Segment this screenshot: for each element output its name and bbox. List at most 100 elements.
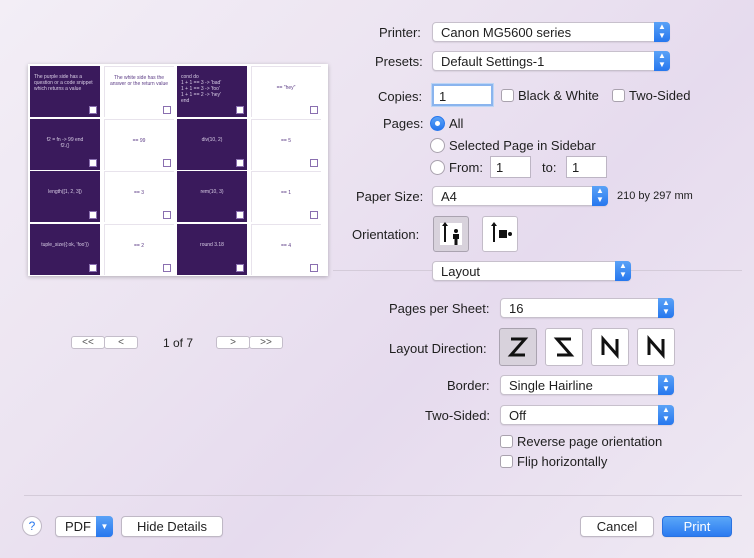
first-page-button[interactable]: << [71, 336, 105, 349]
card-marker-icon [309, 158, 318, 167]
layout-direction-label: Layout Direction: [389, 341, 487, 356]
previous-page-button[interactable]: < [104, 336, 138, 349]
pages-from-label: From: [449, 160, 483, 175]
layout-n-button[interactable] [637, 328, 675, 366]
reverse-orientation-checkbox[interactable] [500, 435, 513, 448]
border-label: Border: [447, 378, 490, 393]
layout-reverse-z-button[interactable] [545, 328, 583, 366]
preview-card-text: == "hey" [276, 85, 296, 91]
presets-label: Presets: [375, 54, 423, 69]
copies-input[interactable]: 1 [432, 84, 493, 106]
layout-reverse-z-icon [553, 337, 575, 357]
section-select[interactable]: Layout ▲ ▼ [432, 261, 631, 281]
preview-card: f2 = fn -> 99 end f2.() [30, 118, 100, 170]
card-marker-icon [309, 263, 318, 272]
preview-card-text: div(10, 2) [201, 136, 223, 143]
pages-label: Pages: [383, 116, 424, 131]
card-marker-icon [162, 263, 171, 272]
paper-size-select[interactable]: A4 ▲ ▼ [432, 186, 608, 206]
landscape-icon [491, 222, 512, 242]
card-marker-icon [162, 211, 171, 219]
pages-to-label: to: [542, 160, 557, 175]
copies-label: Copies: [378, 89, 423, 104]
printer-label: Printer: [379, 25, 421, 40]
print-preview-sheet: The purple side has a question or a code… [28, 64, 328, 276]
chevron-up-down-icon: ▲ ▼ [654, 22, 670, 42]
chevron-up-down-icon: ▲ ▼ [654, 51, 670, 71]
pdf-menu-button[interactable]: PDF ▼ [55, 516, 113, 537]
pages-per-sheet-value: 16 [509, 301, 524, 316]
preview-card-text: == 1 [280, 190, 291, 196]
paper-size-label: Paper Size: [356, 189, 424, 204]
border-select[interactable]: Single Hairline ▲ ▼ [500, 375, 674, 395]
help-button[interactable]: ? [22, 516, 42, 536]
preview-card: div(10, 2) [177, 118, 247, 170]
preview-card-text: == 2 [133, 242, 144, 249]
preview-card: == 4 [250, 223, 321, 275]
pages-all-radio[interactable] [430, 116, 445, 131]
chevron-up-down-icon: ▲ ▼ [615, 261, 631, 281]
pages-per-sheet-select[interactable]: 16 ▲ ▼ [500, 298, 674, 318]
page-status: 1 of 7 [163, 336, 194, 350]
pdf-label: PDF [65, 519, 91, 534]
orientation-label: Orientation: [352, 227, 420, 242]
preview-card: round 3.18 [177, 223, 247, 275]
black-white-checkbox[interactable] [501, 89, 514, 102]
print-button[interactable]: Print [662, 516, 732, 537]
preview-card-text: cond do 1 + 1 == 3 -> 'bad' 1 + 1 == 3 -… [181, 74, 222, 104]
preview-card-text: == 99 [132, 137, 146, 144]
landscape-orientation-button[interactable] [482, 216, 518, 252]
section-value: Layout [441, 264, 481, 279]
two-sided-checkbox[interactable] [612, 89, 625, 102]
chevron-down-icon: ▼ [96, 516, 113, 537]
preview-card: cond do 1 + 1 == 3 -> 'bad' 1 + 1 == 3 -… [177, 66, 247, 117]
chevron-up-down-icon: ▲ ▼ [658, 298, 674, 318]
pages-from-input[interactable]: 1 [490, 156, 531, 178]
preview-card-text: The white side has the answer or the ret… [109, 75, 169, 87]
portrait-orientation-button[interactable] [433, 216, 469, 252]
black-white-label: Black & White [518, 88, 599, 103]
reverse-orientation-label: Reverse page orientation [517, 434, 663, 449]
layout-n-icon [647, 335, 665, 359]
preview-card-text: == 3 [133, 190, 144, 196]
paper-dimensions: 210 by 297 mm [617, 190, 693, 202]
presets-value: Default Settings-1 [441, 54, 545, 69]
pages-from-radio[interactable] [430, 160, 445, 175]
pages-all-label: All [449, 116, 464, 131]
card-marker-icon [236, 106, 244, 114]
hide-details-button[interactable]: Hide Details [121, 516, 223, 537]
card-marker-icon [89, 158, 97, 167]
preview-card: == 1 [250, 171, 321, 222]
last-page-button[interactable]: >> [249, 336, 283, 349]
preview-card: rem(10, 3) [177, 171, 247, 222]
printer-select[interactable]: Canon MG5600 series ▲ ▼ [432, 22, 670, 42]
preview-card: tuple_size({:ok, 'foo'}) [30, 223, 100, 275]
preview-card-text: rem(10, 3) [200, 189, 224, 195]
layout-n-reverse-button[interactable] [591, 328, 629, 366]
preview-card: == 99 [103, 118, 174, 170]
flip-horizontally-label: Flip horizontally [517, 454, 608, 469]
printer-value: Canon MG5600 series [441, 25, 572, 40]
chevron-up-down-icon: ▲ ▼ [658, 375, 674, 395]
preview-card-text: tuple_size({:ok, 'foo'}) [41, 241, 89, 248]
pages-selected-radio[interactable] [430, 138, 445, 153]
layout-z-button[interactable] [499, 328, 537, 366]
preview-card: == 2 [103, 223, 174, 275]
pages-selected-label: Selected Page in Sidebar [449, 138, 596, 153]
pages-to-input[interactable]: 1 [566, 156, 607, 178]
preview-card-text: length([1, 2, 3]) [48, 189, 82, 195]
presets-select[interactable]: Default Settings-1 ▲ ▼ [432, 51, 670, 71]
preview-card: The purple side has a question or a code… [30, 66, 100, 117]
next-page-button[interactable]: > [216, 336, 250, 349]
flip-horizontally-checkbox[interactable] [500, 455, 513, 468]
preview-card: length([1, 2, 3]) [30, 171, 100, 222]
chevron-up-down-icon: ▲ ▼ [592, 186, 608, 206]
preview-card-text: f2 = fn -> 99 end f2.() [46, 136, 84, 149]
preview-card-text: The purple side has a question or a code… [34, 74, 93, 92]
cancel-button[interactable]: Cancel [580, 516, 654, 537]
preview-card-text: round 3.18 [200, 241, 224, 248]
card-marker-icon [236, 158, 244, 167]
two-sided-select[interactable]: Off ▲ ▼ [500, 405, 674, 425]
card-marker-icon [89, 211, 97, 219]
preview-card: == 5 [250, 118, 321, 170]
